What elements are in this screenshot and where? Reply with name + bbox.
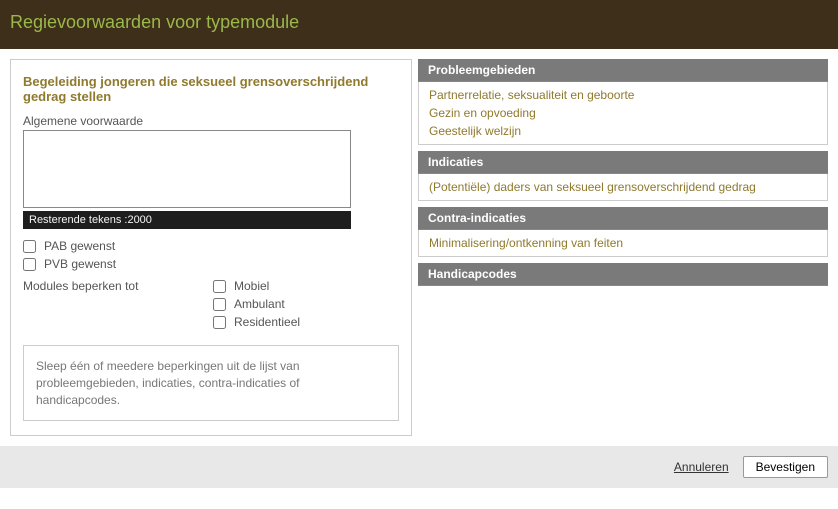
list-item[interactable]: Geestelijk welzijn [419,122,827,140]
section-header-problem-areas: Probleemgebieden [418,59,828,82]
confirm-button[interactable]: Bevestigen [743,456,828,478]
form-title: Begeleiding jongeren die seksueel grenso… [23,74,399,104]
pab-checkbox[interactable] [23,240,36,253]
restrict-residentieel-label: Residentieel [234,315,300,329]
list-item[interactable]: Partnerrelatie, seksualiteit en geboorte [419,86,827,104]
list-item[interactable]: (Potentiële) daders van seksueel grensov… [419,178,827,196]
footer-bar: Annuleren Bevestigen [0,446,838,488]
restrict-label: Modules beperken tot [23,279,193,329]
page-title: Regievoorwaarden voor typemodule [10,12,828,33]
form-panel: Begeleiding jongeren die seksueel grenso… [10,59,412,436]
section-header-handicap: Handicapcodes [418,263,828,286]
section-body-problem-areas: Partnerrelatie, seksualiteit en geboorte… [418,82,828,145]
section-body-handicap [418,286,828,290]
page-header: Regievoorwaarden voor typemodule [0,0,838,49]
section-header-indications: Indicaties [418,151,828,174]
cancel-button[interactable]: Annuleren [674,460,729,474]
restrict-mobiel-checkbox[interactable] [213,280,226,293]
restrict-ambulant-label: Ambulant [234,297,285,311]
restrict-ambulant-checkbox[interactable] [213,298,226,311]
general-conditions-label: Algemene voorwaarde [23,114,399,128]
char-counter: Resterende tekens :2000 [23,211,351,229]
general-conditions-textarea[interactable] [23,130,351,208]
pvb-label: PVB gewenst [44,257,116,271]
restrictions-dropzone[interactable]: Sleep één of meedere beperkingen uit de … [23,345,399,421]
section-body-contra: Minimalisering/ontkenning van feiten [418,230,828,257]
main-content: Begeleiding jongeren die seksueel grenso… [0,49,838,446]
list-item[interactable]: Minimalisering/ontkenning van feiten [419,234,827,252]
categories-panel: Probleemgebieden Partnerrelatie, seksual… [418,59,828,436]
pab-label: PAB gewenst [44,239,115,253]
pvb-checkbox[interactable] [23,258,36,271]
restrict-mobiel-label: Mobiel [234,279,269,293]
section-body-indications: (Potentiële) daders van seksueel grensov… [418,174,828,201]
list-item[interactable]: Gezin en opvoeding [419,104,827,122]
section-header-contra: Contra-indicaties [418,207,828,230]
restrict-residentieel-checkbox[interactable] [213,316,226,329]
